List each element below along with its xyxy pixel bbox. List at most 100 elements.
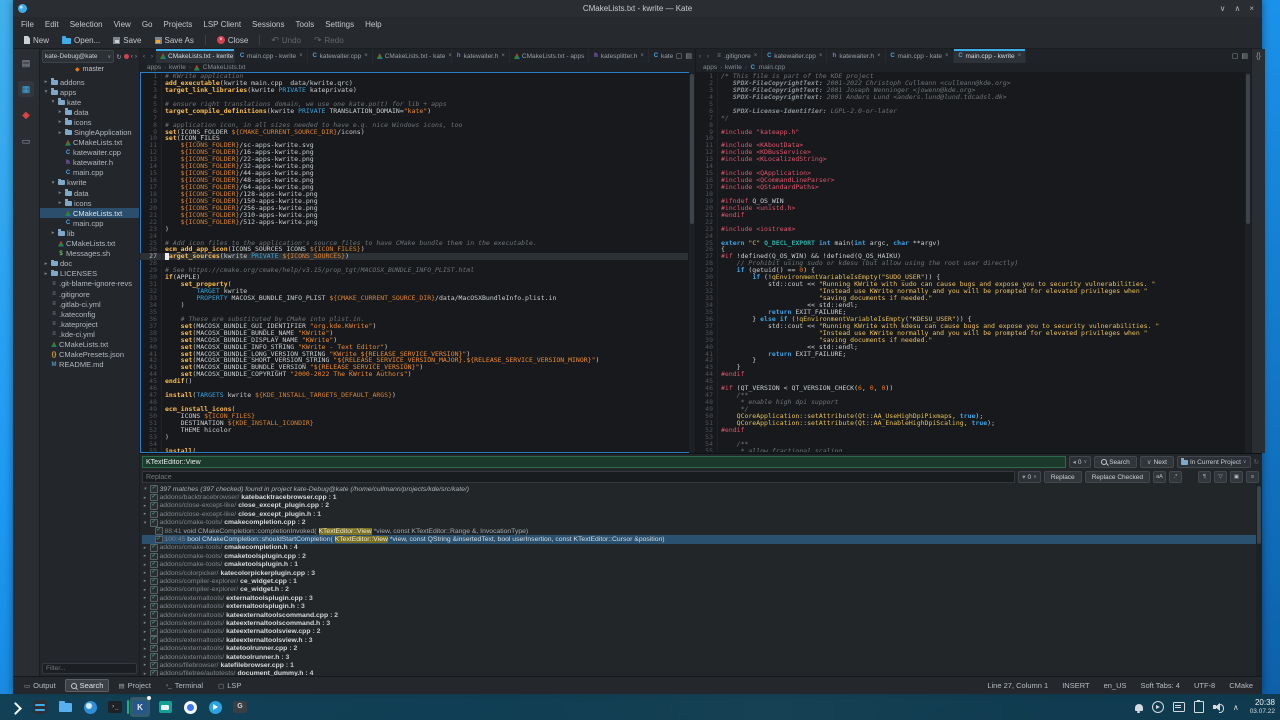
tab-main-cpp-kwrite[interactable]: Cmain.cpp - kwrite× [954,49,1027,63]
expander-icon[interactable]: ▾ [142,486,148,492]
menu-item-view[interactable]: View [114,20,131,29]
checkbox-icon[interactable]: ✓ [150,502,158,510]
checkbox-icon[interactable]: ✓ [150,519,158,527]
editor-surface-left[interactable]: 1# KWrite application2add_executable(kwr… [140,72,695,453]
tree-item-main-cpp[interactable]: Cmain.cpp [40,168,139,178]
editor-scrollbar-left[interactable] [689,72,695,453]
breadcrumb-segment[interactable]: kwrite [725,64,742,71]
tab-close-icon[interactable]: × [877,53,881,59]
show-context-button[interactable]: ¶ [1198,471,1211,483]
tab-katewaiter-h[interactable]: hkatewaiter.h× [827,49,885,63]
expander-icon[interactable]: ▸ [142,595,148,601]
tree-item-kate[interactable]: ▾kate [40,97,139,107]
browser-taskbar-icon[interactable] [80,697,100,717]
panel-toggle-project[interactable]: ▤Project [112,679,157,692]
telegram-taskbar-icon[interactable] [205,697,225,717]
expander-icon[interactable]: ▸ [142,671,148,676]
tree-item-cmakepresets-json[interactable]: {}CMakePresets.json [40,350,139,360]
replace-history-combo[interactable]: ▾ 0 [1018,471,1041,483]
media-player-icon[interactable] [1152,701,1164,713]
tree-item-gitignore[interactable]: ≡.gitignore [40,289,139,299]
breadcrumb-segment[interactable]: kwrite [169,64,186,71]
expander-icon[interactable]: ▸ [142,503,148,509]
checkbox-icon[interactable]: ✓ [150,544,158,552]
checkbox-icon[interactable]: ✓ [150,611,158,619]
search-result-file-row[interactable]: ▸✓addons/close-except-like/close_except_… [142,502,1262,510]
tree-item-main-cpp[interactable]: Cmain.cpp [40,218,139,228]
tab-close-icon[interactable]: × [1018,53,1022,59]
expander-icon[interactable]: ▾ [142,520,148,526]
open-button[interactable]: Open... [57,35,105,46]
tree-item-gitlab-ci-yml[interactable]: ≡.gitlab-ci.yml [40,299,139,309]
search-history-combo[interactable]: ◂ 0 [1069,456,1092,468]
menu-item-go[interactable]: Go [142,20,153,29]
tabs-scroll-left-icon[interactable]: ‹ [140,49,148,63]
checkbox-icon[interactable]: ✓ [150,645,158,653]
panel-toggle-search[interactable]: Search [65,679,110,692]
expander-icon[interactable]: ▸ [142,604,148,610]
checkbox-icon[interactable]: ✓ [155,527,163,535]
tab-katewaiter-cpp[interactable]: Ckatewaiter.cpp× [762,49,827,63]
new-document-icon[interactable]: ▢ [1232,52,1239,60]
app-launcher-taskbar-icon[interactable] [5,697,25,717]
tree-item-cmakelists-txt[interactable]: CMakeLists.txt [40,208,139,218]
tab-close-icon[interactable]: × [754,53,758,59]
search-result-file-row[interactable]: ▸✓addons/compiler-explorer/ce_widget.h: … [142,586,1262,594]
search-result-file-row[interactable]: ▸✓addons/compiler-explorer/ce_widget.cpp… [142,577,1262,585]
tree-item-licenses[interactable]: ▸LICENSES [40,269,139,279]
regex-toggle[interactable]: .* [1169,471,1182,483]
tree-item-singleapplication[interactable]: ▸SingleApplication [40,127,139,137]
tree-item-kde-ci-yml[interactable]: ≡.kde-ci.yml [40,329,139,339]
tree-item-data[interactable]: ▸data [40,107,139,117]
search-result-match-row[interactable]: ✓100:45 bool CMakeCompletion::shouldStar… [142,535,1262,543]
titlebar[interactable]: CMakeLists.txt - kwrite — Kate ∨ ∧ × [13,0,1262,17]
save-button[interactable]: Save [108,35,146,46]
documents-icon[interactable]: ▤ [18,55,34,71]
tabs-scroll-left-icon[interactable]: ‹ [696,49,704,63]
document-list-icon[interactable]: ▤ [1241,52,1248,60]
status-segment[interactable]: INSERT [1062,681,1089,690]
kate-taskbar-icon[interactable]: K [130,697,150,717]
search-result-file-row[interactable]: ▸✓addons/externaltools/externaltoolsplug… [142,594,1262,602]
checkbox-icon[interactable]: ✓ [150,662,158,670]
tree-item-katewaiter-h[interactable]: hkatewaiter.h [40,158,139,168]
search-result-file-row[interactable]: ▸✓addons/externaltools/kateexternaltools… [142,628,1262,636]
tab-katewaiter-h[interactable]: hkatewaiter.h× [452,49,510,63]
tree-item-cmakelists-txt[interactable]: CMakeLists.txt [40,239,139,249]
tab-main-cpp-kwrite[interactable]: Cmain.cpp - kwrite× [235,49,308,63]
refresh-search-icon[interactable]: ↻ [1254,458,1259,466]
save-as-button[interactable]: Save As [150,35,199,46]
checkbox-icon[interactable]: ✓ [155,536,163,544]
checkbox-icon[interactable]: ✓ [150,569,158,577]
expand-all-button[interactable]: ▣ [1230,471,1243,483]
expander-icon[interactable]: ▸ [142,511,148,517]
tree-item-icons[interactable]: ▸icons [40,117,139,127]
next-button[interactable]: ∨ Next [1140,456,1174,468]
breadcrumb-segment[interactable]: apps [703,64,717,71]
editor-surface-right[interactable]: 1/* This file is part of the KDE project… [696,72,1251,453]
expander-icon[interactable]: ▸ [142,562,148,568]
tab-cmakelists-txt-kate[interactable]: CMakeLists.txt - kate× [373,49,452,63]
expand-tray-icon[interactable]: ∧ [1233,703,1239,712]
expander-icon[interactable]: ▸ [142,495,148,501]
redo-button[interactable]: ↷Redo [309,35,349,46]
search-result-file-row[interactable]: ▸✓addons/externaltools/externaltoolsplug… [142,602,1262,610]
checkbox-icon[interactable]: ✓ [150,636,158,644]
filter-button[interactable]: ▽ [1214,471,1227,483]
terminal-taskbar-icon[interactable]: ›_ [105,697,125,717]
search-result-file-row[interactable]: ▸✓addons/externaltools/katetoolrunner.h:… [142,653,1262,661]
panel-toggle-lsp[interactable]: ▢LSP [212,679,247,692]
checkbox-icon[interactable]: ✓ [150,494,158,502]
messages-icon[interactable] [1173,702,1185,712]
expander-icon[interactable]: ▸ [142,629,148,635]
project-combo[interactable]: kate-Debug@kate [42,50,114,63]
expander-icon[interactable]: ▸ [142,646,148,652]
expander-icon[interactable]: ▸ [142,662,148,668]
tree-item-addons[interactable]: ▸addons [40,77,139,87]
checkbox-icon[interactable]: ✓ [150,511,158,519]
checkbox-icon[interactable]: ✓ [150,595,158,603]
tab-gitignore[interactable]: ≡.gitignore× [712,49,762,63]
editor-scrollbar-right[interactable] [1245,72,1251,453]
checkbox-icon[interactable]: ✓ [150,553,158,561]
checkbox-icon[interactable]: ✓ [150,578,158,586]
